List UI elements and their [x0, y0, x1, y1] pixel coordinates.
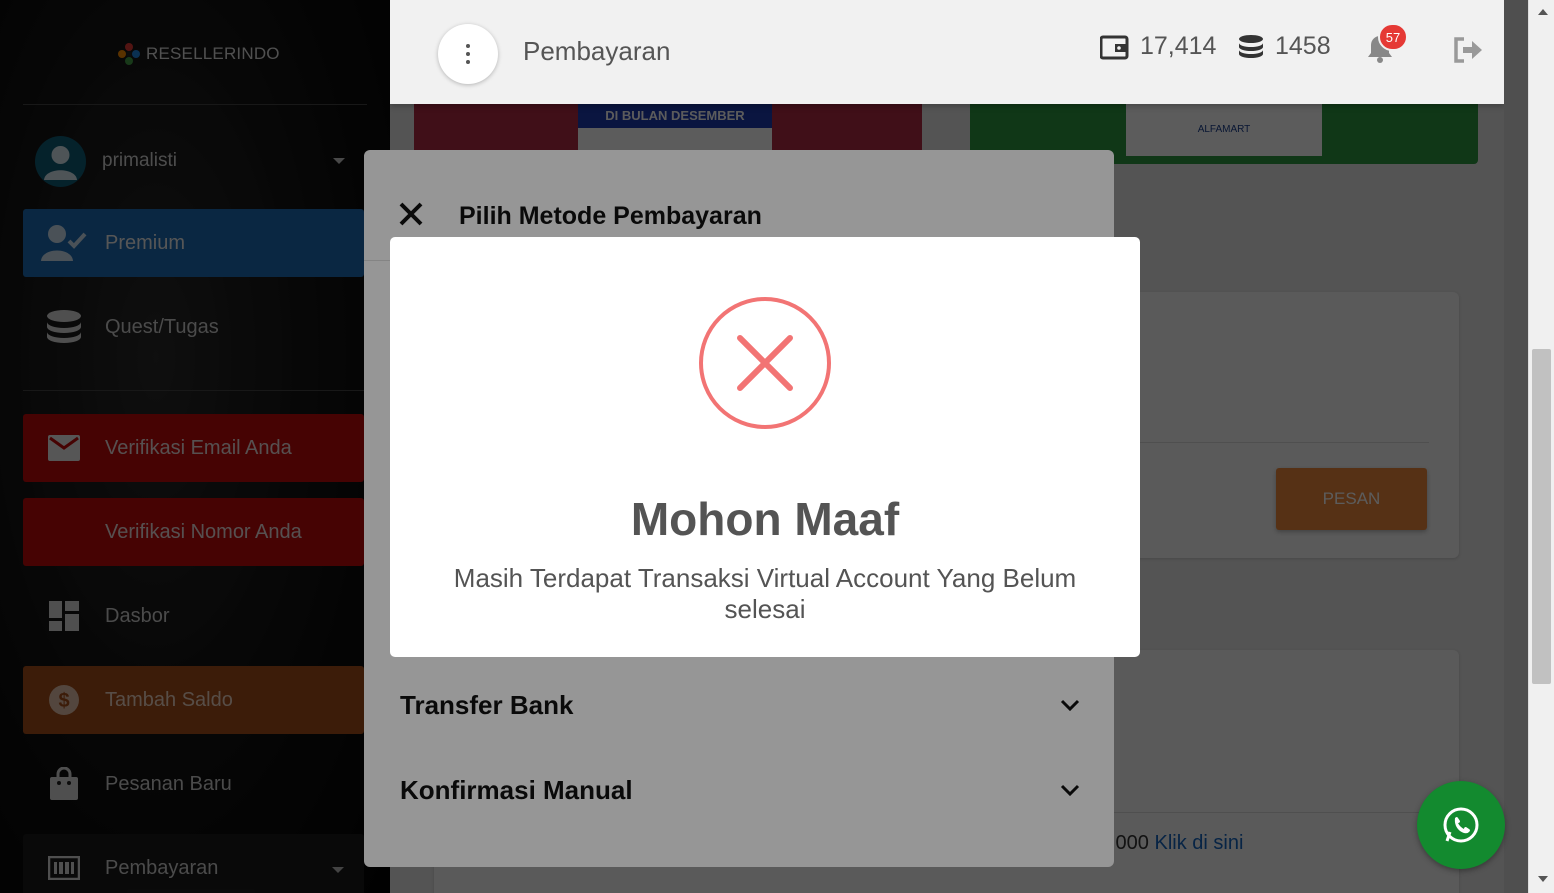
coin-balance-value: 1458	[1275, 32, 1331, 60]
scroll-down-arrow[interactable]	[1538, 876, 1548, 882]
more-menu-button[interactable]	[438, 24, 498, 84]
page-title: Pembayaran	[523, 36, 671, 66]
scrollbar-thumb[interactable]	[1532, 349, 1551, 684]
scrollbar[interactable]	[1528, 0, 1554, 893]
logout-button[interactable]	[1452, 36, 1484, 69]
wallet-balance[interactable]: 17,414	[1100, 32, 1216, 61]
logout-icon	[1454, 37, 1482, 63]
alert-title: Mohon Maaf	[630, 493, 900, 545]
error-icon	[699, 297, 831, 429]
whatsapp-button[interactable]	[1417, 781, 1505, 869]
coins-icon	[1239, 34, 1263, 58]
error-alert: Mohon Maaf Masih Terdapat Transaksi Virt…	[390, 237, 1140, 657]
wallet-icon	[1100, 35, 1129, 59]
alert-message: Masih Terdapat Transaksi Virtual Account…	[453, 563, 1077, 624]
top-navbar: Pembayaran 17,414 1458 57	[390, 0, 1504, 104]
coin-balance[interactable]: 1458	[1237, 32, 1331, 61]
wallet-balance-value: 17,414	[1140, 32, 1217, 60]
notification-badge: 57	[1378, 23, 1408, 51]
whatsapp-icon	[1443, 807, 1479, 843]
scroll-up-arrow[interactable]	[1538, 9, 1548, 15]
